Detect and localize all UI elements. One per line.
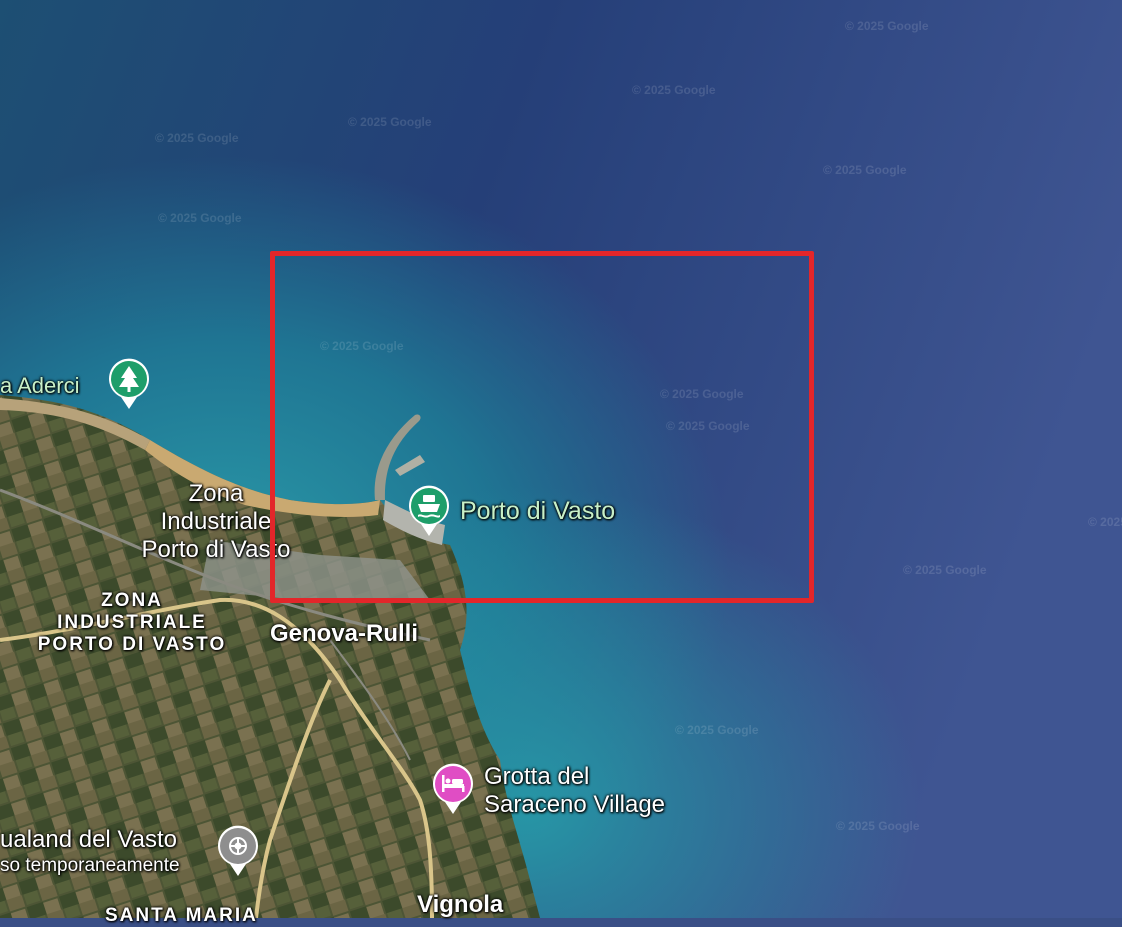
aqualand-label[interactable]: ualand del Vasto	[0, 827, 177, 853]
map-watermark: © 2025 Google	[158, 211, 242, 225]
zona-industriale-area-label: ZONA INDUSTRIALE PORTO DI VASTO	[37, 590, 227, 655]
vignola-label[interactable]: Vignola	[417, 892, 503, 918]
hotel-marker[interactable]	[431, 762, 475, 816]
genova-rulli-label[interactable]: Genova-Rulli	[270, 621, 418, 647]
park-marker[interactable]	[107, 357, 151, 411]
map-watermark: © 2025 Google	[348, 115, 432, 129]
park-label[interactable]: a Aderci	[0, 373, 80, 399]
attraction-icon	[229, 837, 247, 855]
attraction-marker[interactable]	[216, 824, 260, 878]
map-watermark: © 2025 Google	[903, 563, 987, 577]
map-watermark: © 2025 Google	[675, 723, 759, 737]
map-watermark: © 2025 Google	[632, 83, 716, 97]
map-watermark: © 2025 Google	[823, 163, 907, 177]
map-watermark: © 2025 Google	[155, 131, 239, 145]
map-watermark: © 2025 Google	[836, 819, 920, 833]
grotta-label[interactable]: Grotta del Saraceno Village	[484, 763, 665, 819]
highlight-rectangle	[270, 251, 814, 603]
map-watermark: © 2025 Google	[1088, 515, 1122, 529]
map-watermark: © 2025 Google	[845, 19, 929, 33]
santa-maria-label: SANTA MARIA	[105, 905, 258, 926]
aqualand-status-label: so temporaneamente	[0, 855, 180, 876]
